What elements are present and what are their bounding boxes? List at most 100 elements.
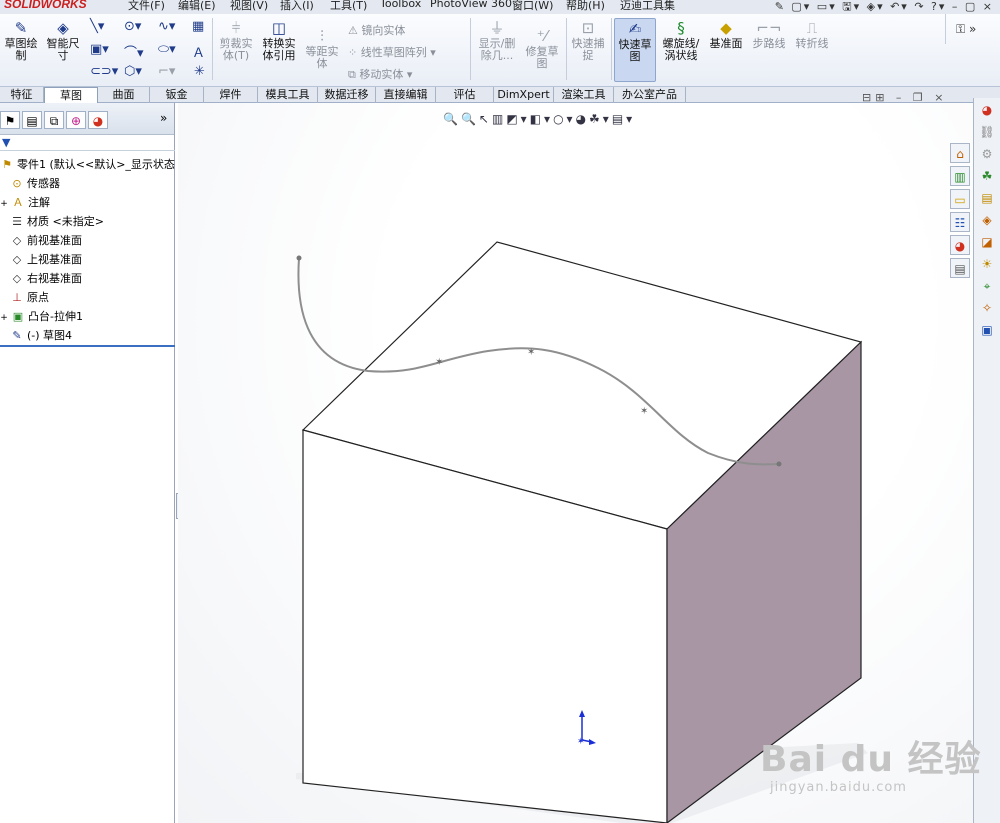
- graphics-area[interactable]: ✶ ✶ ✶ ✶: [178, 103, 973, 823]
- tree-item-boss-extrude[interactable]: + ▣ 凸台-拉伸1: [0, 307, 175, 326]
- quick-snaps-button[interactable]: ⊡ 快速捕捉: [568, 20, 608, 62]
- zoom-to-area-icon[interactable]: 🔍: [461, 112, 479, 126]
- tree-filter[interactable]: ▼: [0, 136, 175, 151]
- expand-plus-icon[interactable]: +: [0, 309, 8, 326]
- view-orientation-icon[interactable]: ◩▾: [506, 112, 529, 126]
- tab-features[interactable]: 特征: [0, 87, 44, 103]
- fillet-icon[interactable]: ⌐▾: [158, 64, 175, 79]
- menu-insert[interactable]: 插入(I): [280, 0, 314, 13]
- line-icon[interactable]: ╲▾: [90, 19, 104, 34]
- rollback-bar[interactable]: [0, 345, 175, 347]
- tab-weldments[interactable]: 焊件: [204, 87, 258, 103]
- tab-direct-editing[interactable]: 直接编辑: [376, 87, 436, 103]
- scene-icon[interactable]: ☘▾: [589, 112, 612, 126]
- tree-item-sketch4[interactable]: ✎ (-) 草图4: [0, 326, 175, 345]
- spline-point-marker[interactable]: ✶: [640, 406, 648, 417]
- spline-point-marker[interactable]: ✶: [527, 347, 535, 358]
- section-view-icon[interactable]: ▥: [492, 112, 506, 126]
- display-style-icon[interactable]: ◧▾: [530, 112, 553, 126]
- smart-dimension-button[interactable]: ◈ 智能尺寸: [44, 20, 82, 62]
- trim-entities-button[interactable]: ⫩ 剪裁实体(T): [216, 20, 256, 62]
- tree-item-right-plane[interactable]: ◇ 右视基准面: [0, 269, 175, 288]
- appearance-ball-icon[interactable]: ◕: [976, 101, 998, 120]
- hide-show-icon[interactable]: ○▾: [553, 112, 576, 126]
- move-entities-button[interactable]: ⧉ 移动实体 ▾: [348, 66, 412, 82]
- tree-item-part[interactable]: ⚑ 零件1 (默认<<默认>_显示状态: [0, 155, 175, 174]
- tab-evaluate[interactable]: 评估: [436, 87, 494, 103]
- tree-item-annotations[interactable]: + Ａ 注解: [0, 193, 175, 212]
- menu-file[interactable]: 文件(F): [128, 0, 165, 13]
- scene-icon[interactable]: ☘: [976, 167, 998, 186]
- tree-item-top-plane[interactable]: ◇ 上视基准面: [0, 250, 175, 269]
- photo-icon[interactable]: ▣: [976, 321, 998, 340]
- tree-item-front-plane[interactable]: ◇ 前视基准面: [0, 231, 175, 250]
- menu-toolbox[interactable]: Toolbox: [380, 0, 421, 10]
- tree-item-material[interactable]: ☰ 材质 <未指定>: [0, 212, 175, 231]
- menu-photoview[interactable]: PhotoView 360: [430, 0, 512, 10]
- linear-pattern-button[interactable]: ⁘ 线性草图阵列 ▾: [348, 44, 436, 60]
- render-icon[interactable]: ◈: [976, 211, 998, 230]
- rectangle-icon[interactable]: ▣▾: [90, 42, 109, 57]
- circle-icon[interactable]: ⊙▾: [124, 19, 141, 34]
- decal-icon[interactable]: ✧: [976, 299, 998, 318]
- rapid-sketch-button[interactable]: ✍ 快速草图: [614, 18, 656, 82]
- ribbon-options[interactable]: ⚿ »: [945, 14, 1000, 44]
- arc-icon[interactable]: ⌒▾: [124, 42, 144, 61]
- configuration-manager-tab-icon[interactable]: ⧉: [44, 111, 64, 129]
- tab-sheet-metal[interactable]: 钣金: [150, 87, 204, 103]
- convert-entities-button[interactable]: ◫ 转换实体引用: [258, 20, 300, 62]
- tab-render-tools[interactable]: 渲染工具: [554, 87, 614, 103]
- zoom-to-fit-icon[interactable]: 🔍: [443, 112, 461, 126]
- expand-chevron-icon[interactable]: »: [160, 111, 167, 125]
- offset-entities-button[interactable]: ⫶ 等距实体: [302, 28, 342, 70]
- menu-maidi-tools[interactable]: 迈迪工具集: [620, 0, 675, 13]
- polygon-icon[interactable]: ⬡▾: [124, 64, 142, 79]
- heads-up-view-toolbar[interactable]: 🔍🔍↖▥◩▾◧▾○▾◕☘▾▤▾: [443, 112, 635, 126]
- display-manager-tab-icon[interactable]: ◕: [88, 111, 108, 129]
- display-delete-relations-button[interactable]: ⏚ 显示/删除几...: [476, 20, 518, 62]
- feature-manager-tab-icon[interactable]: ⚑: [0, 111, 20, 129]
- tab-mold-tools[interactable]: 模具工具: [258, 87, 318, 103]
- appearance-icon[interactable]: ◕: [576, 112, 589, 126]
- tab-sketch[interactable]: 草图: [44, 87, 98, 104]
- menu-window[interactable]: 窗口(W): [512, 0, 553, 13]
- reference-plane-button[interactable]: ◆ 基准面: [705, 20, 747, 50]
- design-library-icon[interactable]: ▥: [950, 166, 970, 186]
- expand-plus-icon[interactable]: +: [0, 195, 8, 212]
- file-explorer-icon[interactable]: ▭: [950, 189, 970, 209]
- menu-edit[interactable]: 编辑(E): [178, 0, 216, 13]
- text-icon[interactable]: Ａ: [192, 42, 205, 61]
- tree-item-sensors[interactable]: ⊙ 传感器: [0, 174, 175, 193]
- spline-icon[interactable]: ∿▾: [158, 19, 175, 34]
- property-manager-tab-icon[interactable]: ▤: [22, 111, 42, 129]
- database-icon[interactable]: ▤: [976, 189, 998, 208]
- lights-icon[interactable]: ☀: [976, 255, 998, 274]
- appearances-icon[interactable]: ◕: [950, 235, 970, 255]
- grid-icon[interactable]: ▦: [192, 19, 204, 34]
- dimxpert-manager-tab-icon[interactable]: ⊕: [66, 111, 86, 129]
- tab-surfaces[interactable]: 曲面: [98, 87, 150, 103]
- previous-view-icon[interactable]: ↖: [479, 112, 492, 126]
- tree-item-origin[interactable]: ⊥ 原点: [0, 288, 175, 307]
- point-icon[interactable]: ✳: [194, 64, 205, 79]
- spline-endpoint[interactable]: [296, 255, 302, 261]
- repair-sketch-button[interactable]: ⁺⁄ 修复草图: [522, 28, 562, 70]
- quick-access-icons[interactable]: ✎ ▢▾ ▭▾ 🖫▾ ◈▾ ↶▾ ↷ ?▾ – ▢ ×: [775, 0, 994, 14]
- slot-icon[interactable]: ⊂⊃▾: [90, 64, 118, 79]
- link-icon[interactable]: ⛓: [976, 123, 998, 142]
- tab-office-products[interactable]: 办公室产品: [614, 87, 686, 103]
- menu-help[interactable]: 帮助(H): [566, 0, 605, 13]
- route-line-button[interactable]: ⌐¬ 步路线: [750, 20, 788, 50]
- mirror-entities-button[interactable]: ⚠ 镜向实体: [348, 22, 405, 38]
- menu-view[interactable]: 视图(V): [230, 0, 268, 13]
- spline-point-marker[interactable]: ✶: [435, 357, 443, 368]
- view-palette-icon[interactable]: ☷: [950, 212, 970, 232]
- ellipse-icon[interactable]: ⬭▾: [158, 42, 176, 57]
- component-icon[interactable]: ⚙: [976, 145, 998, 164]
- tab-dimxpert[interactable]: DimXpert: [494, 87, 554, 103]
- sketch-button[interactable]: ✎ 草图绘制: [0, 20, 42, 62]
- helix-spiral-button[interactable]: § 螺旋线/涡状线: [660, 20, 702, 62]
- material-icon[interactable]: ◪: [976, 233, 998, 252]
- camera-icon[interactable]: ⌖: [976, 277, 998, 296]
- view-settings-icon[interactable]: ▤▾: [612, 112, 635, 126]
